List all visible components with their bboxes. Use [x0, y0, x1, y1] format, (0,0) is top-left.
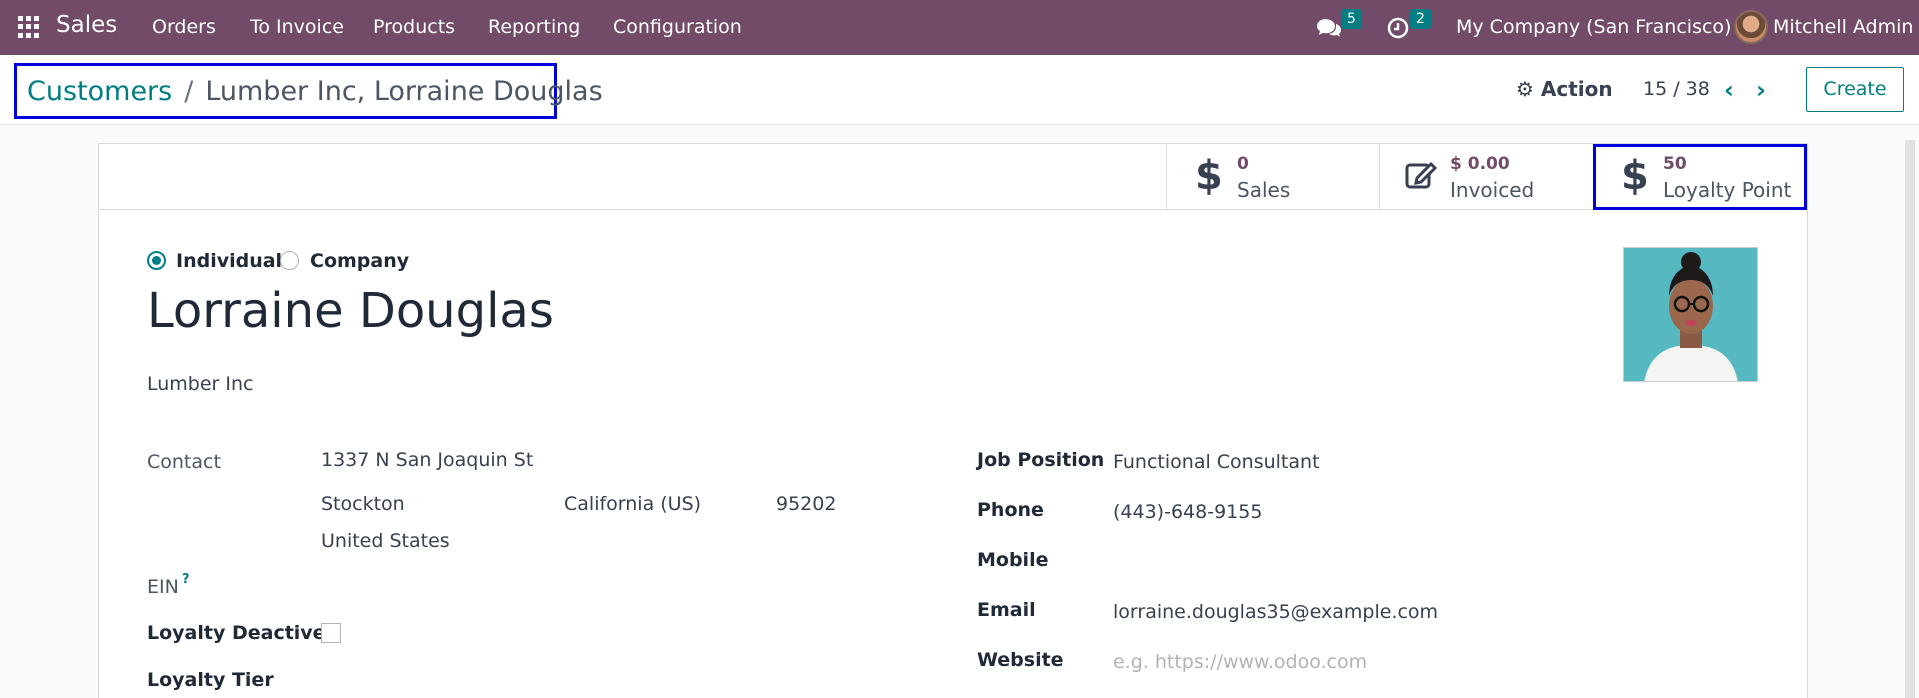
pager-previous-button[interactable]: ‹	[1724, 76, 1734, 104]
breadcrumb-customers-link[interactable]: Customers	[27, 76, 172, 107]
page-scrollbar[interactable]	[1905, 140, 1915, 698]
create-button[interactable]: Create	[1806, 67, 1904, 112]
phone-field[interactable]: (443)-648-9155	[1113, 501, 1262, 523]
mobile-label: Mobile	[977, 549, 1049, 571]
loyalty-deactive-checkbox[interactable]	[321, 623, 341, 643]
chevron-left-icon: ‹	[1724, 76, 1734, 104]
invoiced-amount: $ 0.00	[1450, 154, 1510, 174]
menu-orders[interactable]: Orders	[152, 16, 216, 38]
job-position-label: Job Position	[977, 449, 1105, 471]
invoiced-label: Invoiced	[1450, 178, 1535, 202]
user-menu[interactable]: Mitchell Admin	[1773, 16, 1913, 38]
pager-next-button[interactable]: ›	[1756, 76, 1766, 104]
company-switcher[interactable]: My Company (San Francisco)	[1456, 16, 1731, 38]
sales-count: 0	[1237, 154, 1249, 174]
email-field[interactable]: lorraine.douglas35@example.com	[1113, 601, 1438, 623]
ein-label: EIN	[147, 576, 179, 598]
smart-button-box: $ 0 Sales $ 0.00 Invoiced $ 50 Loyalty P…	[99, 144, 1807, 210]
top-navbar: Sales Orders To Invoice Products Reporti…	[0, 0, 1919, 55]
chat-icon	[1317, 19, 1341, 37]
country-field[interactable]: United States	[321, 530, 450, 552]
menu-to-invoice[interactable]: To Invoice	[250, 16, 344, 38]
gear-icon: ⚙	[1516, 77, 1534, 101]
loyalty-point-value: 50	[1663, 154, 1687, 174]
activities-button[interactable]: 2	[1386, 9, 1431, 42]
user-avatar[interactable]	[1734, 10, 1768, 44]
mobile-field[interactable]	[1113, 551, 1413, 575]
state-field[interactable]: California (US)	[564, 493, 701, 515]
messages-button[interactable]: 5	[1316, 9, 1362, 42]
email-label: Email	[977, 599, 1036, 621]
menu-products[interactable]: Products	[373, 16, 455, 38]
dollar-icon: $	[1195, 153, 1223, 199]
portrait-image	[1624, 248, 1757, 381]
invoiced-stat-button[interactable]: $ 0.00 Invoiced	[1379, 144, 1593, 210]
parent-company-field[interactable]: Lumber Inc	[147, 373, 254, 395]
ein-help-tooltip[interactable]: ?	[182, 572, 190, 587]
loyalty-deactive-label: Loyalty Deactive	[147, 622, 326, 644]
loyalty-point-label: Loyalty Point	[1663, 178, 1792, 202]
company-radio-label[interactable]: Company	[310, 250, 409, 272]
partner-avatar-image[interactable]	[1623, 247, 1758, 382]
app-name[interactable]: Sales	[56, 12, 117, 38]
apps-menu-icon[interactable]	[18, 16, 40, 38]
loyalty-point-stat-button[interactable]: $ 50 Loyalty Point	[1593, 144, 1807, 210]
sales-label: Sales	[1237, 178, 1291, 202]
edit-icon	[1405, 161, 1438, 189]
activities-count-badge: 2	[1410, 9, 1431, 29]
breadcrumb: Customers / Lumber Inc, Lorraine Douglas	[14, 63, 603, 119]
chevron-right-icon: ›	[1756, 76, 1766, 104]
loyalty-tier-label: Loyalty Tier	[147, 669, 274, 691]
zip-field[interactable]: 95202	[776, 493, 836, 515]
action-label: Action	[1540, 77, 1613, 101]
menu-reporting[interactable]: Reporting	[488, 16, 580, 38]
city-field[interactable]: Stockton	[321, 493, 405, 515]
partner-name-field[interactable]: Lorraine Douglas	[147, 283, 554, 339]
clock-icon	[1387, 17, 1409, 39]
action-button[interactable]: ⚙ Action	[1516, 77, 1613, 101]
website-field[interactable]: e.g. https://www.odoo.com	[1113, 651, 1367, 673]
form-sheet: $ 0 Sales $ 0.00 Invoiced $ 50 Loyalty P…	[98, 143, 1808, 698]
pager-value[interactable]: 15 / 38	[1643, 78, 1710, 100]
job-position-field[interactable]: Functional Consultant	[1113, 451, 1320, 473]
breadcrumb-separator: /	[184, 75, 194, 107]
breadcrumb-current: Lumber Inc, Lorraine Douglas	[205, 75, 603, 107]
phone-label: Phone	[977, 499, 1044, 521]
messages-count-badge: 5	[1341, 9, 1362, 29]
individual-radio-label[interactable]: Individual	[176, 250, 282, 272]
website-label: Website	[977, 649, 1064, 671]
menu-configuration[interactable]: Configuration	[613, 16, 742, 38]
individual-radio[interactable]	[147, 251, 166, 270]
company-radio[interactable]	[280, 251, 299, 270]
contact-label: Contact	[147, 451, 221, 473]
sales-stat-button[interactable]: $ 0 Sales	[1166, 144, 1379, 210]
street-field[interactable]: 1337 N San Joaquin St	[321, 449, 533, 471]
dollar-icon: $	[1621, 153, 1649, 199]
